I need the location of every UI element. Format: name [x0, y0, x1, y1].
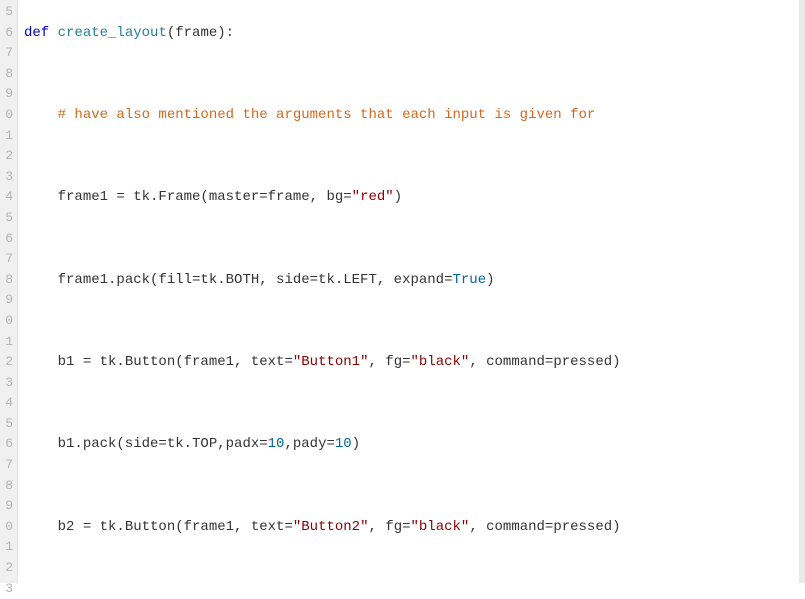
line-number: 5	[2, 208, 13, 229]
line-number: 6	[2, 229, 13, 250]
line-number: 7	[2, 249, 13, 270]
code-line	[24, 64, 799, 85]
line-number: 6	[2, 23, 13, 44]
code-line: # have also mentioned the arguments that…	[24, 105, 799, 126]
number: 10	[268, 436, 285, 452]
line-number: 0	[2, 517, 13, 538]
code-line	[24, 558, 799, 579]
line-number: 9	[2, 290, 13, 311]
string: "black"	[411, 519, 470, 535]
line-number: 0	[2, 311, 13, 332]
function-name: create_layout	[58, 25, 167, 41]
line-number: 1	[2, 332, 13, 353]
code-line: frame1.pack(fill=tk.BOTH, side=tk.LEFT, …	[24, 270, 799, 291]
code-line	[24, 476, 799, 497]
line-number: 1	[2, 126, 13, 147]
bool: True	[452, 272, 486, 288]
line-number: 2	[2, 352, 13, 373]
line-number: 3	[2, 167, 13, 188]
line-number: 8	[2, 64, 13, 85]
line-number: 6	[2, 434, 13, 455]
code-line: b1 = tk.Button(frame1, text="Button1", f…	[24, 352, 799, 373]
line-number: 5	[2, 2, 13, 23]
code-line: b1.pack(side=tk.TOP,padx=10,pady=10)	[24, 434, 799, 455]
line-number: 8	[2, 270, 13, 291]
number: 10	[335, 436, 352, 452]
code-line: frame1 = tk.Frame(master=frame, bg="red"…	[24, 187, 799, 208]
line-number: 9	[2, 496, 13, 517]
line-number: 7	[2, 43, 13, 64]
code-line	[24, 393, 799, 414]
comment: # have also mentioned the arguments that…	[58, 107, 596, 123]
line-number: 3	[2, 373, 13, 394]
string: "Button1"	[293, 354, 369, 370]
string: "Button2"	[293, 519, 369, 535]
string: "red"	[352, 189, 394, 205]
line-number: 1	[2, 537, 13, 558]
code-line	[24, 146, 799, 167]
code-editor[interactable]: def create_layout(frame): # have also me…	[18, 0, 805, 583]
line-number: 0	[2, 105, 13, 126]
code-line	[24, 229, 799, 250]
code-line: def create_layout(frame):	[24, 23, 799, 44]
string: "black"	[411, 354, 470, 370]
params: (frame):	[167, 25, 234, 41]
code-line: b2 = tk.Button(frame1, text="Button2", f…	[24, 517, 799, 538]
line-number: 4	[2, 187, 13, 208]
line-number: 8	[2, 476, 13, 497]
code-line	[24, 311, 799, 332]
line-number-gutter: 56789012345678901234567890123	[0, 0, 18, 583]
line-number: 2	[2, 146, 13, 167]
line-number: 3	[2, 579, 13, 599]
line-number: 2	[2, 558, 13, 579]
line-number: 4	[2, 393, 13, 414]
line-number: 9	[2, 84, 13, 105]
keyword-def: def	[24, 25, 49, 41]
line-number: 7	[2, 455, 13, 476]
line-number: 5	[2, 414, 13, 435]
